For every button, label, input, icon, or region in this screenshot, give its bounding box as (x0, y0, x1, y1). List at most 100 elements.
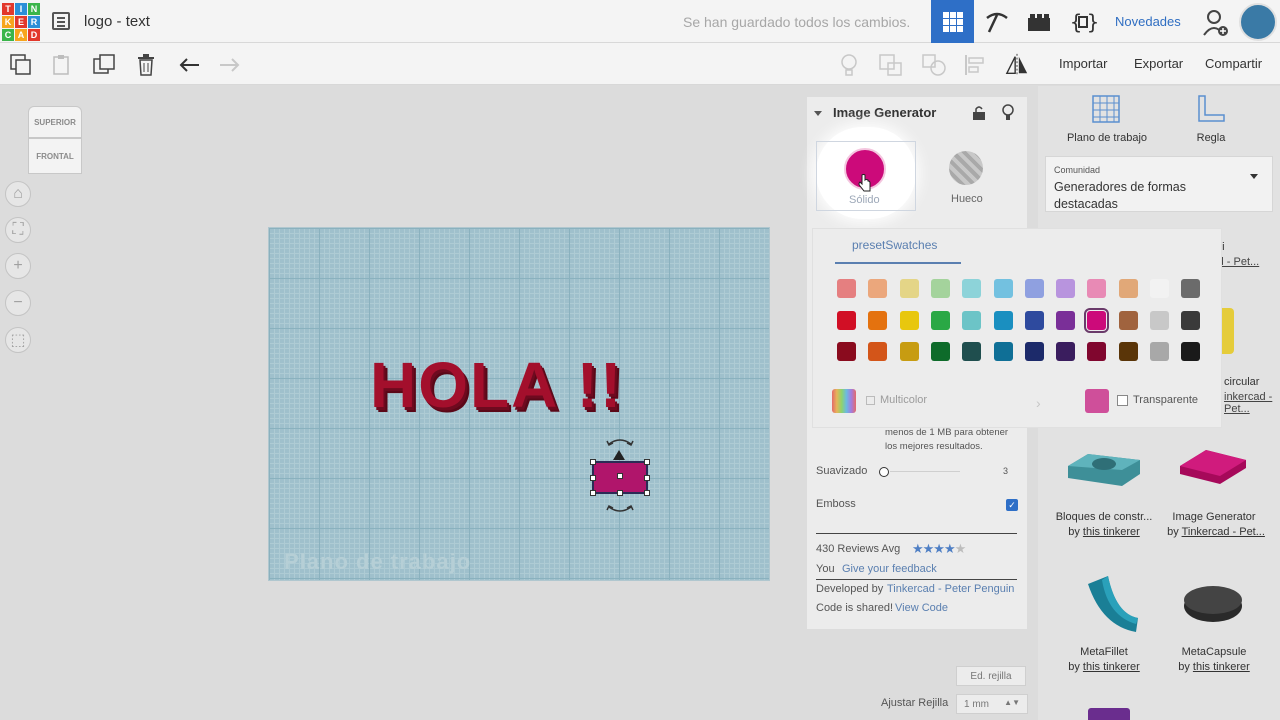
align-icon[interactable] (963, 53, 987, 77)
resize-handle[interactable] (590, 459, 596, 465)
color-swatch[interactable] (1084, 307, 1110, 333)
color-swatch[interactable] (1118, 279, 1138, 298)
emboss-checkbox[interactable]: ✓ (1006, 499, 1018, 511)
import-button[interactable]: Importar (1059, 56, 1107, 71)
snap-grid-select[interactable]: 1 mm ▲▼ (956, 694, 1028, 714)
height-handle-icon[interactable] (612, 449, 626, 461)
paste-icon[interactable] (50, 53, 74, 77)
author-link[interactable]: this tinkerer (1083, 661, 1140, 673)
design-list-icon[interactable] (52, 12, 70, 30)
zoom-out-icon[interactable]: − (5, 290, 31, 316)
copy-icon[interactable] (9, 53, 33, 77)
author-link[interactable]: this tinkerer (1193, 661, 1250, 673)
color-swatch[interactable] (1118, 310, 1138, 330)
library-item-author[interactable]: by this tinkerer (1052, 526, 1156, 538)
color-swatch[interactable] (868, 310, 888, 330)
ungroup-icon[interactable] (922, 53, 946, 77)
undo-icon[interactable] (177, 53, 201, 77)
smoothing-slider-track[interactable] (890, 471, 960, 472)
image-generator-shape[interactable] (590, 459, 650, 496)
color-swatch[interactable] (899, 342, 919, 361)
color-swatch[interactable] (1024, 279, 1044, 298)
color-swatch[interactable] (962, 342, 982, 361)
color-swatch[interactable] (868, 342, 888, 361)
metafillet-thumb[interactable] (1086, 574, 1140, 634)
zoom-in-icon[interactable]: + (5, 253, 31, 279)
rotate-handle-icon[interactable] (604, 503, 636, 517)
library-item-name[interactable]: Image Generator (1162, 511, 1266, 523)
feedback-link[interactable]: Give your feedback (842, 563, 937, 575)
export-button[interactable]: Exportar (1134, 56, 1183, 71)
multicolor-checkbox[interactable] (866, 396, 875, 405)
color-swatch[interactable] (1150, 279, 1169, 298)
metacapsule-thumb[interactable] (1182, 582, 1244, 624)
chevron-right-icon[interactable]: › (1036, 395, 1041, 411)
view-code-link[interactable]: View Code (895, 602, 948, 614)
library-item-author[interactable]: by this tinkerer (1052, 661, 1156, 673)
edit-grid-button[interactable]: Ed. rejilla (956, 666, 1026, 686)
color-swatch[interactable] (1118, 342, 1138, 361)
color-swatch[interactable] (930, 342, 950, 361)
library-shape-thumb[interactable] (1088, 708, 1130, 720)
color-swatch[interactable] (868, 279, 888, 298)
news-link[interactable]: Novedades (1115, 14, 1181, 29)
duplicate-icon[interactable] (93, 53, 117, 77)
color-swatch[interactable] (837, 279, 856, 298)
resize-handle[interactable] (644, 475, 650, 481)
color-swatch[interactable] (837, 310, 856, 330)
author-link[interactable]: Tinkercad - Pet... (1182, 526, 1265, 538)
color-swatch[interactable] (1150, 310, 1169, 330)
color-swatch[interactable] (993, 342, 1013, 361)
document-title[interactable]: logo - text (84, 13, 150, 30)
light-bulb-icon[interactable] (837, 53, 861, 77)
workplane-tool-label[interactable]: Plano de trabajo (1062, 132, 1152, 144)
codeblocks-button[interactable]: {} (1061, 0, 1104, 43)
library-item-author[interactable]: by this tinkerer (1162, 661, 1266, 673)
author-link[interactable]: this tinkerer (1083, 526, 1140, 538)
color-swatch[interactable] (1181, 342, 1201, 361)
block-shape-thumb[interactable] (1066, 444, 1142, 492)
workplane-tool-icon[interactable] (1091, 94, 1121, 124)
image-generator-thumb[interactable] (1176, 446, 1250, 488)
library-item-author[interactable]: by Tinkercad - Pet... (1162, 526, 1270, 538)
library-item-name[interactable]: MetaCapsule (1162, 646, 1266, 658)
library-item-name[interactable]: MetaFillet (1052, 646, 1156, 658)
lock-icon[interactable] (972, 105, 986, 121)
tab-preset-swatches[interactable]: presetSwatches (852, 238, 937, 252)
add-user-icon[interactable] (1203, 9, 1229, 37)
ruler-label[interactable]: Regla (1181, 132, 1241, 144)
color-swatch[interactable] (962, 310, 982, 330)
cube-front-face[interactable]: FRONTAL (28, 138, 82, 174)
perspective-icon[interactable]: ⬚ (5, 327, 31, 353)
resize-handle[interactable] (590, 490, 596, 496)
delete-icon[interactable] (134, 53, 158, 77)
color-swatch[interactable] (962, 279, 982, 298)
resize-handle[interactable] (617, 473, 623, 479)
color-swatch[interactable] (993, 279, 1013, 298)
fit-view-icon[interactable]: ⛶ (5, 217, 31, 243)
developer-link[interactable]: Tinkercad - Peter Penguin (887, 583, 1014, 595)
smoothing-slider-knob[interactable] (879, 467, 889, 477)
resize-handle[interactable] (644, 490, 650, 496)
color-swatch[interactable] (837, 342, 856, 361)
cube-top-face[interactable]: SUPERIOR (28, 106, 82, 138)
ruler-icon[interactable] (1196, 94, 1226, 124)
3d-view-button[interactable] (931, 0, 974, 43)
redo-icon[interactable] (218, 53, 242, 77)
resize-handle[interactable] (617, 490, 623, 496)
bricks-view-button[interactable] (1017, 0, 1060, 43)
color-swatch[interactable] (993, 310, 1013, 330)
light-bulb-icon[interactable] (1001, 104, 1015, 122)
home-view-icon[interactable]: ⌂ (5, 181, 31, 207)
library-item-partial[interactable]: circular (1224, 376, 1259, 388)
collapse-caret-icon[interactable] (814, 111, 822, 116)
library-category-dropdown[interactable]: Comunidad Generadores de formas destacad… (1045, 156, 1273, 212)
text-shape[interactable]: HOLA !! (370, 348, 623, 422)
rotate-handle-icon[interactable] (604, 434, 636, 448)
color-swatch[interactable] (1056, 310, 1076, 330)
color-swatch[interactable] (1150, 342, 1169, 361)
color-swatch[interactable] (1024, 342, 1044, 361)
color-swatch[interactable] (1087, 342, 1107, 361)
color-swatch[interactable] (930, 279, 950, 298)
color-swatch[interactable] (930, 310, 950, 330)
